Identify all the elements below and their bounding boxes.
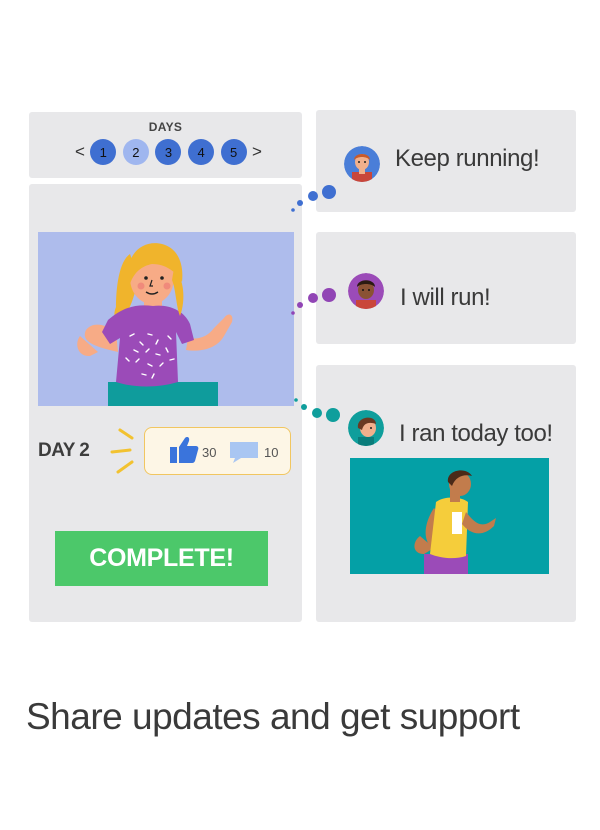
day-button-4[interactable]: 4 xyxy=(188,139,215,165)
connector-dots-2 xyxy=(291,288,336,315)
like-count: 30 xyxy=(202,445,217,460)
chat-text: I ran today too! xyxy=(399,420,553,447)
chat-text: I will run! xyxy=(400,284,491,311)
avatar xyxy=(344,146,380,182)
avatar xyxy=(348,273,384,309)
sparkle-burst-icon xyxy=(110,428,134,474)
day-button-3[interactable]: 3 xyxy=(155,139,182,165)
thumbs-up-icon[interactable] xyxy=(169,435,199,465)
reaction-box: 30 10 xyxy=(144,427,291,475)
connector-dots-1 xyxy=(291,185,336,212)
chevron-right-icon[interactable]: > xyxy=(250,139,264,165)
days-title: DAYS xyxy=(148,120,183,134)
runner-illustration xyxy=(414,470,496,574)
chevron-left-icon[interactable]: < xyxy=(73,139,87,165)
woman-photo xyxy=(38,232,294,406)
connector-dots-3 xyxy=(294,398,340,422)
avatar xyxy=(348,410,384,446)
days-panel: DAYS < 1 2 3 4 5 > xyxy=(29,112,302,178)
caption: Share updates and get support xyxy=(26,696,520,737)
chat-text: Keep running! xyxy=(395,145,540,172)
comment-icon[interactable] xyxy=(229,441,259,463)
complete-button[interactable]: COMPLETE! xyxy=(55,531,268,586)
day-label: DAY 2 xyxy=(38,440,90,461)
day-button-2[interactable]: 2 xyxy=(122,139,149,165)
runner-photo xyxy=(350,458,549,574)
day-selector: < 1 2 3 4 5 > xyxy=(73,139,264,165)
comment-count: 10 xyxy=(264,445,279,460)
woman-illustration xyxy=(77,243,233,406)
day-button-1[interactable]: 1 xyxy=(90,139,117,165)
day-button-5[interactable]: 5 xyxy=(220,139,247,165)
